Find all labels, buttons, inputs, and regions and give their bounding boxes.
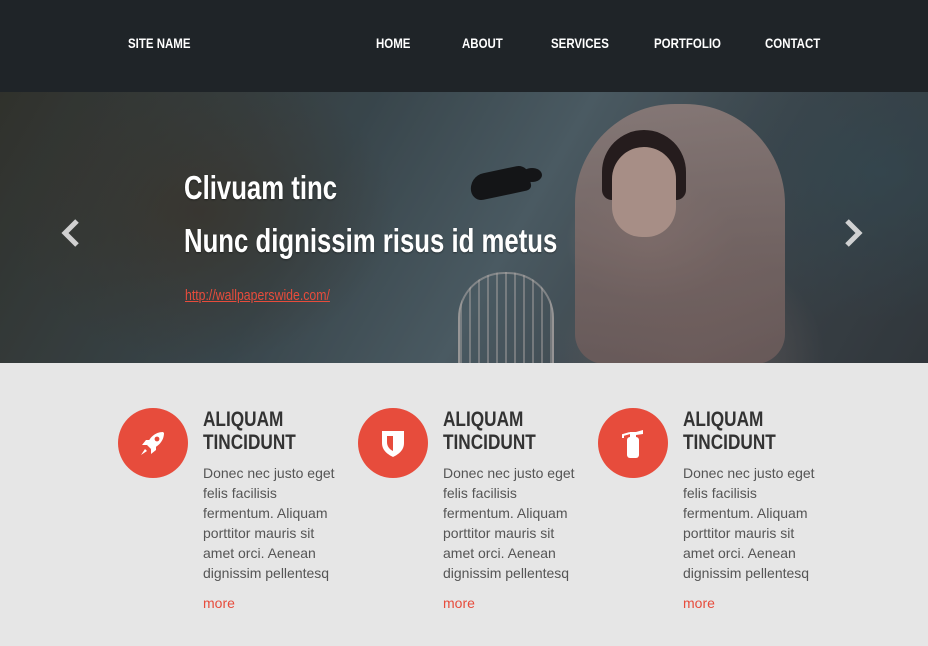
feature-card: ALIQUAM TINCIDUNT Donec nec justo eget f… xyxy=(118,363,348,646)
features-section: ALIQUAM TINCIDUNT Donec nec justo eget f… xyxy=(0,363,928,646)
fire-extinguisher-icon xyxy=(598,408,668,478)
shield-icon xyxy=(358,408,428,478)
hero-slider: Clivuam tinc Nunc dignissim risus id met… xyxy=(0,92,928,363)
nav-portfolio[interactable]: PORTFOLIO xyxy=(654,35,721,51)
chevron-left-icon[interactable] xyxy=(58,218,84,248)
rocket-icon xyxy=(118,408,188,478)
top-navbar: SITE NAME HOME ABOUT SERVICES PORTFOLIO … xyxy=(0,0,928,92)
feature-more-link[interactable]: more xyxy=(443,595,475,611)
feature-title: ALIQUAM TINCIDUNT xyxy=(203,408,296,454)
nav-home[interactable]: HOME xyxy=(376,35,410,51)
nav-contact[interactable]: CONTACT xyxy=(765,35,820,51)
hero-title-line1: Clivuam tinc xyxy=(184,169,338,206)
hero-title-line2: Nunc dignissim risus id metus xyxy=(184,222,558,259)
nav-services[interactable]: SERVICES xyxy=(551,35,609,51)
feature-more-link[interactable]: more xyxy=(203,595,235,611)
chevron-right-icon[interactable] xyxy=(840,218,866,248)
feature-card: ALIQUAM TINCIDUNT Donec nec justo eget f… xyxy=(598,363,828,646)
feature-title: ALIQUAM TINCIDUNT xyxy=(443,408,536,454)
feature-text: Donec nec justo eget felis facilisis fer… xyxy=(683,465,815,581)
feature-text: Donec nec justo eget felis facilisis fer… xyxy=(203,465,335,581)
feature-card: ALIQUAM TINCIDUNT Donec nec justo eget f… xyxy=(358,363,588,646)
hero-source-link[interactable]: http://wallpaperswide.com/ xyxy=(185,287,330,304)
main-nav: HOME ABOUT SERVICES PORTFOLIO CONTACT xyxy=(0,35,928,55)
feature-more-link[interactable]: more xyxy=(683,595,715,611)
feature-title: ALIQUAM TINCIDUNT xyxy=(683,408,776,454)
feature-text: Donec nec justo eget felis facilisis fer… xyxy=(443,465,575,581)
nav-about[interactable]: ABOUT xyxy=(462,35,503,51)
